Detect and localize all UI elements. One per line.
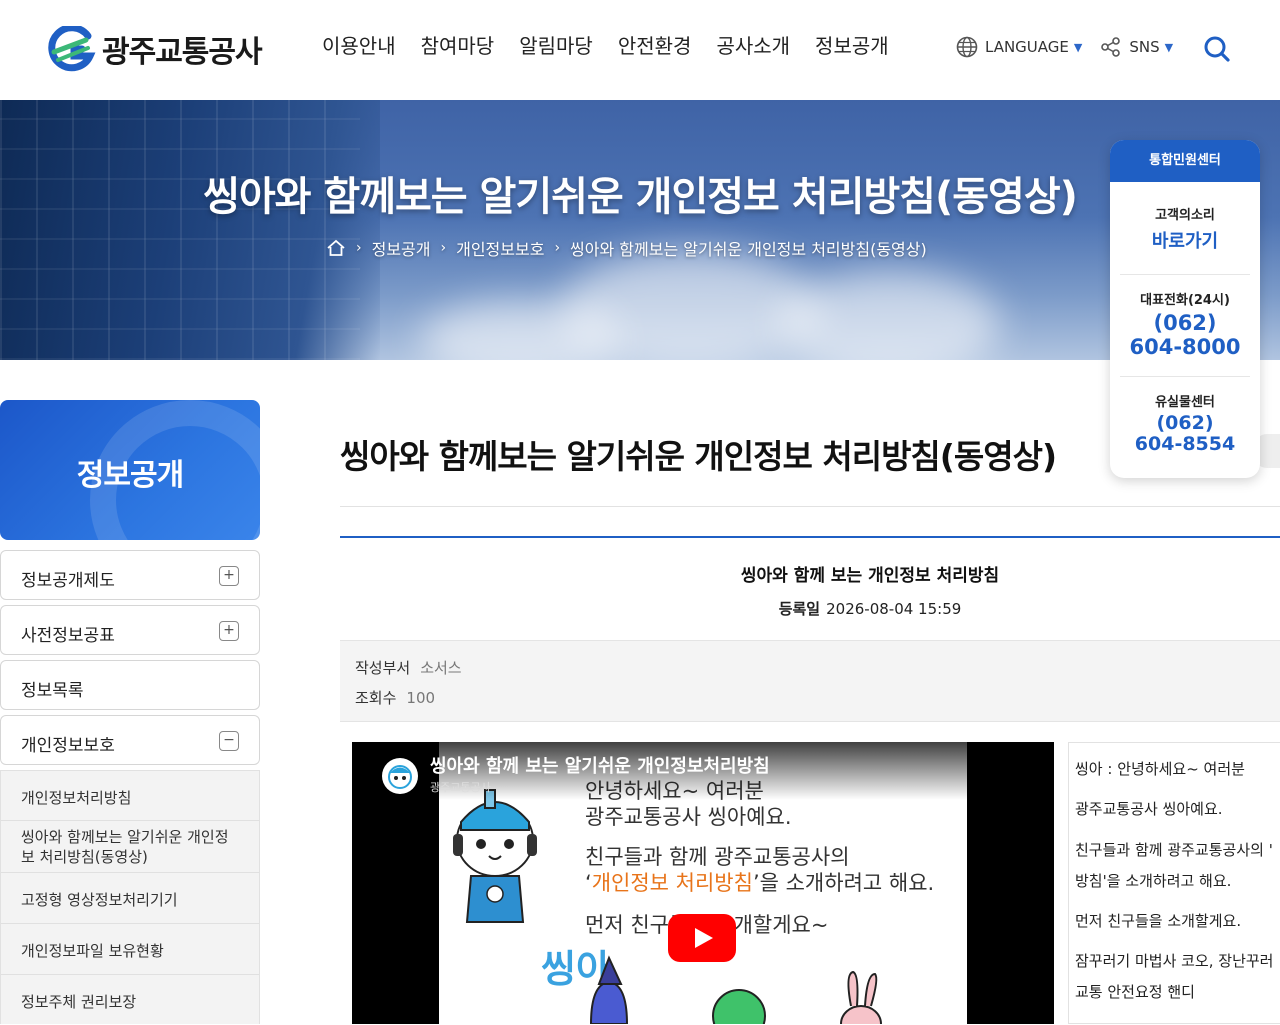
sidebar-item-info-list[interactable]: 정보목록 <box>0 660 260 710</box>
customer-voice-link[interactable]: 바로가기 <box>1120 227 1250 253</box>
video-title-bar: 씽아와 함께 보는 알기쉬운 개인정보처리방침 광주교통공사 <box>352 742 1054 800</box>
sidebar-item-label: 정보공개제도 <box>21 571 115 591</box>
breadcrumb-item-current[interactable]: 씽아와 함께보는 알기쉬운 개인정보 처리방침(동영상) <box>570 236 927 260</box>
chevron-right-icon: › <box>440 240 447 256</box>
logo-text: 광주교통공사 <box>102 35 263 70</box>
logo-g-icon <box>48 24 96 72</box>
sidebar-item-label: 사전정보공표 <box>21 626 115 646</box>
home-icon[interactable] <box>326 239 346 257</box>
sns-label: SNS <box>1129 38 1160 56</box>
submenu-item-rights[interactable]: 정보주체 권리보장 <box>1 975 259 1025</box>
main-phone-section: 대표전화(24시) (062) 604-8000 <box>1120 275 1250 377</box>
video-player[interactable]: 씽아 안녕하세요~ 여러분 광주교통공사 씽아예요. 친구들과 함께 광주교통공… <box>352 742 1054 1024</box>
hero-title: 씽아와 함께보는 알기쉬운 개인정보 처리방침(동영상) <box>203 174 1078 220</box>
meta-views: 조회수 100 <box>355 687 435 708</box>
sidebar-title-box: 정보공개 <box>0 400 260 540</box>
sidebar-item-label: 개인정보보호 <box>21 736 115 756</box>
video-line-2: 광주교통공사 씽아예요. <box>585 805 792 829</box>
search-icon <box>1204 36 1230 62</box>
video-line-4: ‘개인정보 처리방침’을 소개하려고 해요. <box>585 871 935 895</box>
chevron-right-icon: › <box>356 240 362 256</box>
main-phone-area: (062) <box>1153 311 1217 335</box>
chevron-right-icon: › <box>554 240 561 256</box>
transcript-line: 방침'을 소개하려고 해요. <box>1075 872 1232 890</box>
lost-found-area: (062) <box>1156 412 1214 434</box>
breadcrumb-item-disclosure[interactable]: 정보공개 <box>372 236 431 260</box>
nav-item-guide[interactable]: 이용안내 <box>322 30 396 59</box>
submenu-item-video-policy[interactable]: 씽아와 함께보는 알기쉬운 개인정보 처리방침(동영상) <box>1 821 259 873</box>
page-title: 씽아와 함께보는 알기쉬운 개인정보 처리방침(동영상) <box>340 437 1057 476</box>
sidebar-item-privacy[interactable]: 개인정보보호 − <box>0 715 260 765</box>
video-transcript: 씽아 : 안녕하세요~ 여러분 광주교통공사 씽아예요. 친구들과 함께 광주교… <box>1068 742 1280 1024</box>
transcript-line: 먼저 친구들을 소개할게요. <box>1075 912 1242 930</box>
sidebar-submenu: 개인정보처리방침 씽아와 함께보는 알기쉬운 개인정보 처리방침(동영상) 고정… <box>0 770 260 1024</box>
lost-found-section: 유실물센터 (062) 604-8554 <box>1120 377 1250 477</box>
submenu-item-privacy-policy[interactable]: 개인정보처리방침 <box>1 771 259 821</box>
search-button[interactable] <box>1202 34 1232 64</box>
character-friends-image <box>589 955 882 1024</box>
breadcrumb: › 정보공개 › 개인정보보호 › 씽아와 함께보는 알기쉬운 개인정보 처리방… <box>326 236 927 260</box>
transcript-line: 교통 안전요정 핸디 <box>1075 983 1195 1001</box>
meta-dept: 작성부서 소서스 <box>355 657 462 678</box>
lost-found-label: 유실물센터 <box>1155 395 1215 410</box>
nav-item-disclosure[interactable]: 정보공개 <box>815 30 889 59</box>
sidebar-title: 정보공개 <box>76 458 184 493</box>
utility-menu: LANGUAGE ▼ SNS ▼ <box>956 36 1191 58</box>
language-button[interactable]: LANGUAGE ▼ <box>956 36 1082 58</box>
divider <box>340 506 1280 507</box>
main-phone-number: 604-8000 <box>1129 335 1241 359</box>
nav-item-about[interactable]: 공사소개 <box>716 30 790 59</box>
language-label: LANGUAGE <box>985 38 1069 56</box>
sidebar-item-disclosure-system[interactable]: 정보공개제도 + <box>0 550 260 600</box>
caret-down-icon: ▼ <box>1073 40 1083 54</box>
dept-value: 소서스 <box>420 659 462 677</box>
sns-button[interactable]: SNS ▼ <box>1100 36 1173 58</box>
video-title[interactable]: 씽아와 함께 보는 알기쉬운 개인정보처리방침 <box>430 752 770 778</box>
expand-icon: + <box>219 566 239 586</box>
hero-banner: 씽아와 함께보는 알기쉬운 개인정보 처리방침(동영상) › 정보공개 › 개인… <box>0 100 1280 360</box>
dept-label: 작성부서 <box>355 659 411 677</box>
share-icon <box>1101 37 1121 57</box>
article-date: 등록일 2026-08-04 15:59 <box>340 598 1280 619</box>
transcript-line: 친구들과 함께 광주교통공사의 ' <box>1075 841 1273 859</box>
date-value: 2026-08-04 15:59 <box>826 600 962 618</box>
customer-voice-label: 고객의소리 <box>1155 208 1215 223</box>
transcript-line: 씽아 : 안녕하세요~ 여러분 <box>1075 760 1245 778</box>
quick-panel-title: 통합민원센터 <box>1110 140 1260 182</box>
nav-item-notice[interactable]: 알림마당 <box>519 30 593 59</box>
collapse-icon: − <box>219 731 239 751</box>
article-title: 씽아와 함께 보는 개인정보 처리방침 <box>740 566 1000 586</box>
mascot-image <box>453 789 537 923</box>
sidebar-item-label: 정보목록 <box>21 681 84 701</box>
customer-voice-section: 고객의소리 바로가기 <box>1120 182 1250 275</box>
main-phone-label: 대표전화(24시) <box>1140 293 1230 308</box>
play-button[interactable] <box>668 914 736 962</box>
lost-found-number: 604-8554 <box>1134 433 1236 455</box>
nav-item-participation[interactable]: 참여마당 <box>421 30 495 59</box>
video-channel[interactable]: 광주교통공사 <box>430 779 491 795</box>
sidebar-item-pre-disclosure[interactable]: 사전정보공표 + <box>0 605 260 655</box>
quick-contact-panel: 통합민원센터 고객의소리 바로가기 대표전화(24시) (062) 604-80… <box>1110 140 1260 478</box>
views-value: 100 <box>406 689 436 707</box>
transcript-line: 광주교통공사 씽아예요. <box>1075 800 1223 818</box>
date-label: 등록일 <box>778 600 821 618</box>
site-logo[interactable]: 광주교통공사 <box>48 24 263 74</box>
video-highlight: 개인정보 처리방침 <box>591 871 753 895</box>
views-label: 조회수 <box>355 689 397 707</box>
channel-avatar[interactable] <box>382 758 418 794</box>
submenu-item-privacy-files[interactable]: 개인정보파일 보유현황 <box>1 924 259 975</box>
divider <box>340 536 1280 538</box>
expand-icon: + <box>219 621 239 641</box>
submenu-item-cctv[interactable]: 고정형 영상정보처리기기 <box>1 873 259 924</box>
transcript-line: 잠꾸러기 마법사 코오, 장난꾸러 <box>1075 952 1274 970</box>
article-meta: 작성부서 소서스 조회수 100 <box>340 640 1280 722</box>
nav-item-safety[interactable]: 안전환경 <box>618 30 692 59</box>
video-line-3: 친구들과 함께 광주교통공사의 <box>585 845 850 869</box>
globe-icon <box>956 36 978 58</box>
breadcrumb-item-privacy[interactable]: 개인정보보호 <box>456 236 544 260</box>
site-header: 광주교통공사 이용안내 참여마당 알림마당 안전환경 공사소개 정보공개 LAN… <box>0 0 1280 100</box>
caret-down-icon: ▼ <box>1164 40 1174 54</box>
main-navigation: 이용안내 참여마당 알림마당 안전환경 공사소개 정보공개 <box>322 30 914 59</box>
